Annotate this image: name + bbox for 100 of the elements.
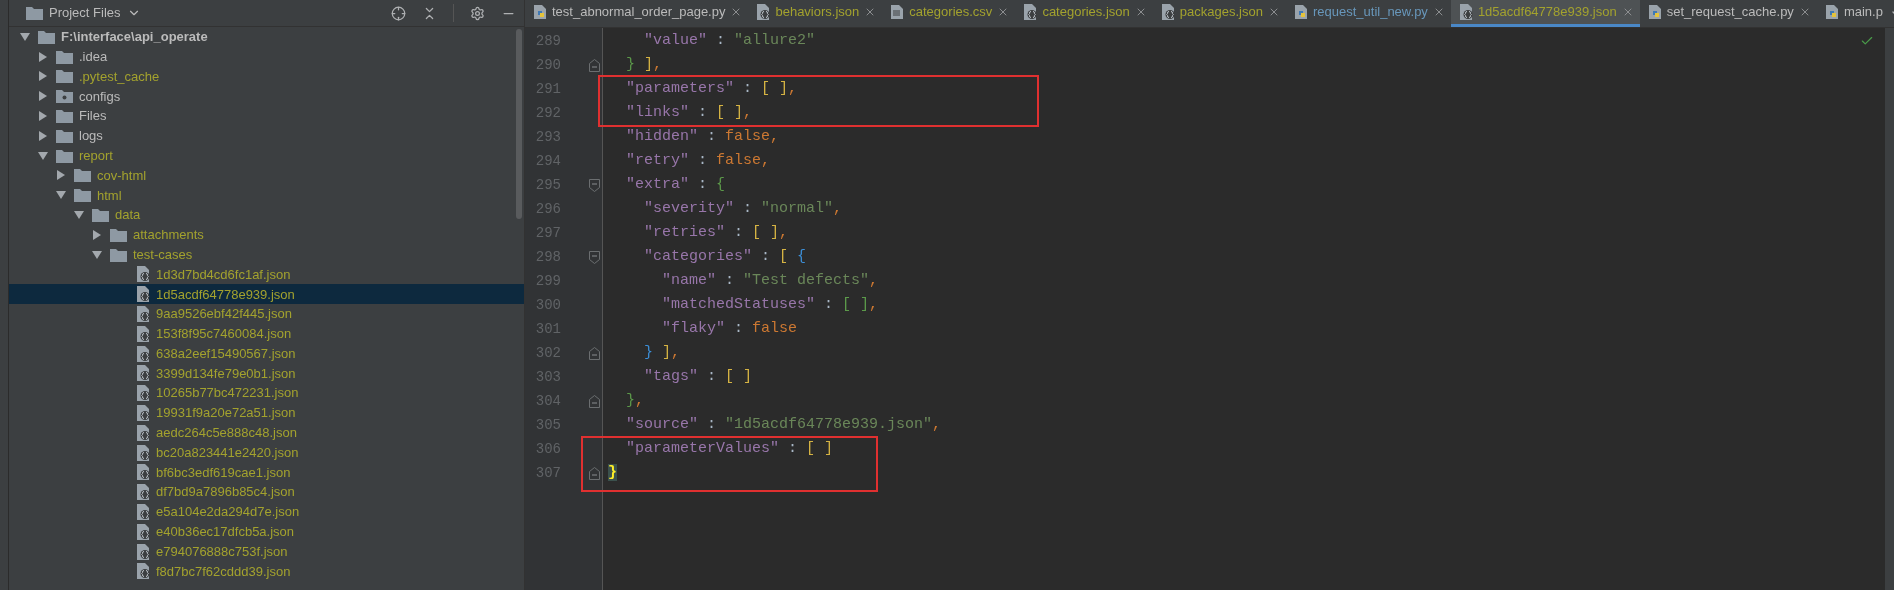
tree-item-label: bf6bc3edf619cae1.json xyxy=(156,463,291,482)
tree-row[interactable]: 638a2eef15490567.json xyxy=(9,343,524,364)
collapsed-arrow-icon[interactable] xyxy=(92,229,102,240)
tree-row[interactable]: report xyxy=(9,145,524,166)
fold-marker-icon[interactable] xyxy=(589,58,600,72)
fold-marker-icon[interactable] xyxy=(589,346,600,360)
tree-row[interactable]: .idea xyxy=(9,46,524,67)
editor-tab[interactable]: main.p xyxy=(1816,0,1889,27)
tree-item-label: 9aa9526ebf42f445.json xyxy=(156,305,292,324)
editor-tab[interactable]: request_util_new.py xyxy=(1285,0,1451,27)
scrollbar[interactable] xyxy=(516,29,522,219)
tree-row[interactable]: data xyxy=(9,205,524,225)
editor-tab[interactable]: test_abnormal_order_page.py xyxy=(525,0,749,27)
json-file-icon xyxy=(756,4,771,20)
folder-icon xyxy=(74,188,91,203)
collapsed-arrow-icon[interactable] xyxy=(56,170,66,181)
tree-item-label: 1d3d7bd4cd6fc1af.json xyxy=(156,265,291,284)
tree-row[interactable]: 153f8f95c7460084.json xyxy=(9,323,524,344)
fold-marker-icon[interactable] xyxy=(589,394,600,408)
tree-row[interactable]: html xyxy=(9,185,524,206)
json-file-icon xyxy=(136,325,150,342)
tree-row[interactable]: f8d7bc7f62cddd39.json xyxy=(9,561,524,582)
python-file-icon xyxy=(1293,5,1308,19)
editor-tab[interactable]: packages.json xyxy=(1152,0,1286,27)
tree-row[interactable]: e40b36ec17dfcb5a.json xyxy=(9,521,524,542)
tree-item-label: .pytest_cache xyxy=(79,67,160,86)
panel-title[interactable]: Project Files xyxy=(49,3,121,23)
expanded-arrow-icon[interactable] xyxy=(56,190,66,201)
collapsed-arrow-icon[interactable] xyxy=(38,51,48,62)
json-file-icon xyxy=(136,385,150,402)
expanded-arrow-icon[interactable] xyxy=(38,150,48,161)
collapsed-arrow-icon[interactable] xyxy=(38,71,48,82)
tree-row[interactable]: bc20a823441e2420.json xyxy=(9,442,524,463)
tree-row[interactable]: 1d5acdf64778e939.json xyxy=(9,284,524,305)
code-line: "name" : "Test defects", xyxy=(661,270,879,291)
tree-item-label: df7bd9a7896b85c4.json xyxy=(156,483,295,502)
editor-tab[interactable]: behaviors.json xyxy=(748,0,883,27)
fold-marker-icon[interactable] xyxy=(589,466,600,480)
tree-row[interactable]: attachments xyxy=(9,224,524,245)
tree-row[interactable]: configs xyxy=(9,86,524,107)
tree-row[interactable]: 1d3d7bd4cd6fc1af.json xyxy=(9,264,524,285)
code-line: "retry" : false, xyxy=(625,150,771,171)
tree-item-label: html xyxy=(97,186,122,205)
tree-row[interactable]: 10265b77bc472231.json xyxy=(9,383,524,404)
tree-row[interactable]: cov-html xyxy=(9,165,524,186)
code-line: "extra" : { xyxy=(625,174,726,195)
collapsed-arrow-icon[interactable] xyxy=(38,111,48,122)
tree-item-label: F:\interface\api_operate xyxy=(61,28,208,47)
expanded-arrow-icon[interactable] xyxy=(92,249,102,260)
folder-icon xyxy=(92,208,109,223)
tree-item-label: e794076888c753f.json xyxy=(156,542,288,561)
code-line: "severity" : "normal", xyxy=(643,198,843,219)
json-file-icon xyxy=(136,286,150,303)
code-line: "matchedStatuses" : [ ], xyxy=(661,294,879,315)
fold-marker-icon[interactable] xyxy=(589,250,600,264)
code-line: "value" : "allure2" xyxy=(643,30,816,51)
code-line: "parameters" : [ ], xyxy=(625,78,798,99)
folder-icon xyxy=(56,49,73,64)
code-line: "flaky" : false xyxy=(661,318,798,339)
json-file-icon xyxy=(136,306,150,323)
tree-row[interactable]: 9aa9526ebf42f445.json xyxy=(9,304,524,324)
tree-row[interactable]: .pytest_cache xyxy=(9,66,524,87)
fold-marker-icon[interactable] xyxy=(589,178,600,192)
folder-icon xyxy=(56,69,73,84)
folder-icon xyxy=(38,29,55,44)
expanded-arrow-icon[interactable] xyxy=(20,31,30,42)
json-file-icon xyxy=(136,543,150,560)
tree-row[interactable]: e794076888c753f.json xyxy=(9,541,524,562)
editor-tab[interactable]: categories.json xyxy=(1015,0,1153,27)
settings-icon[interactable] xyxy=(470,5,485,21)
locate-icon[interactable] xyxy=(391,5,406,21)
editor-tab[interactable]: set_request_cache.py xyxy=(1639,0,1817,27)
tree-item-label: report xyxy=(79,146,113,165)
code-line: "source" : "1d5acdf64778e939.json", xyxy=(625,414,942,435)
tree-row[interactable]: aedc264c5e888c48.json xyxy=(9,422,524,443)
python-file-icon xyxy=(1647,5,1662,19)
json-file-icon xyxy=(1458,4,1473,20)
tree-row[interactable]: 19931f9a20e72a51.json xyxy=(9,403,524,423)
tree-row[interactable]: 3399d134fe79e0b1.json xyxy=(9,363,524,384)
editor-tab[interactable]: categories.csv xyxy=(882,0,1016,27)
editor-tab[interactable]: 1d5acdf64778e939.json xyxy=(1450,0,1640,27)
code-line: } ], xyxy=(643,342,681,363)
tree-row[interactable]: e5a104e2da294d7e.json xyxy=(9,502,524,522)
folder-icon xyxy=(74,168,91,183)
collapsed-arrow-icon[interactable] xyxy=(38,130,48,141)
tree-row[interactable]: df7bd9a7896b85c4.json xyxy=(9,482,524,503)
json-file-icon xyxy=(136,365,150,382)
tree-item-label: data xyxy=(115,206,141,225)
tree-row[interactable]: logs xyxy=(9,126,524,146)
expanded-arrow-icon[interactable] xyxy=(74,210,84,221)
code-line: "retries" : [ ], xyxy=(643,222,789,243)
tree-item-label: 153f8f95c7460084.json xyxy=(156,325,292,344)
collapsed-arrow-icon[interactable] xyxy=(38,91,48,102)
tree-row[interactable]: Files xyxy=(9,106,524,126)
tree-row[interactable]: test-cases xyxy=(9,244,524,265)
check-icon xyxy=(1860,34,1874,48)
tree-row[interactable]: F:\interface\api_operate xyxy=(9,27,524,47)
code-line: "hidden" : false, xyxy=(625,126,780,147)
tree-row[interactable]: bf6bc3edf619cae1.json xyxy=(9,462,524,483)
json-file-icon xyxy=(136,266,150,283)
